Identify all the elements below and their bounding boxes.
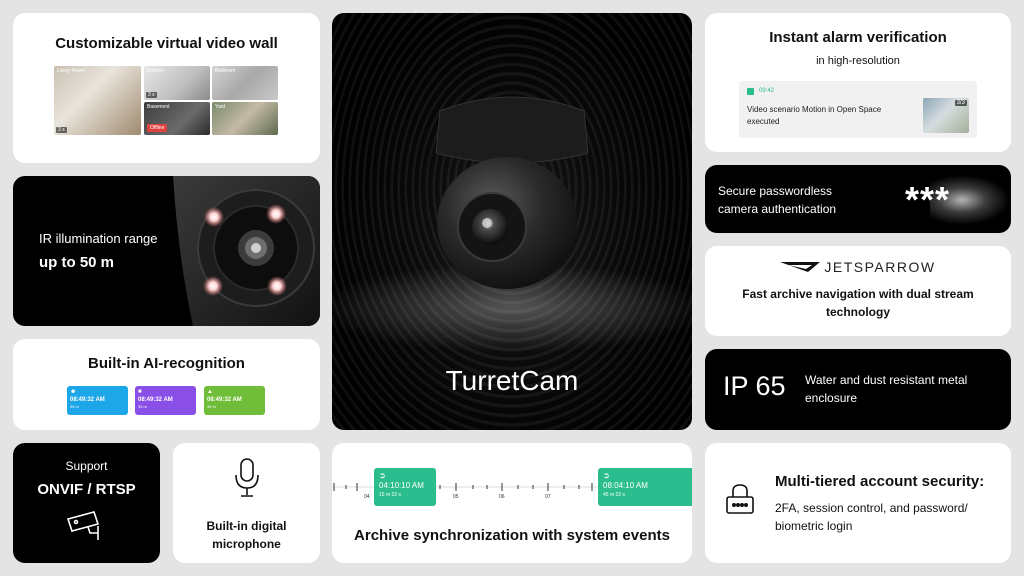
passwordless-text: Secure passwordless camera authenticatio…	[718, 182, 836, 218]
ip65-line2: enclosure	[805, 391, 858, 405]
jetsparrow-logo: JETSPARROW	[705, 259, 1011, 275]
microphone-text: Built-in digital microphone	[173, 517, 320, 553]
ai-card: Built-in AI-recognition ☻ 08:49:32 AM 35…	[13, 339, 320, 430]
tile-label: Bedroom	[215, 68, 236, 74]
passwordless-line1: Secure passwordless	[718, 184, 833, 198]
offline-badge: Offline	[147, 124, 168, 132]
alarm-verification-card: Instant alarm verification in high-resol…	[705, 13, 1011, 152]
alarm-notification[interactable]: 09:42 Video scenario Motion in Open Spac…	[739, 81, 977, 138]
lock-icon	[726, 484, 754, 514]
microphone-line2: microphone	[212, 537, 281, 551]
tile-living-room: Living Room 3 s	[54, 66, 141, 135]
notification-icon	[747, 88, 754, 95]
passwordless-card: Secure passwordless camera authenticatio…	[705, 165, 1011, 233]
ip-rating: IP 65	[723, 371, 786, 401]
alarm-title: Instant alarm verification	[769, 29, 947, 46]
ai-event-chip: ■ 08:49:32 AM 35 m	[135, 386, 196, 415]
alarm-subtitle: in high-resolution	[816, 55, 900, 67]
video-wall-title: Customizable virtual video wall	[55, 35, 278, 52]
tile-basement: Basement Offline	[144, 102, 210, 135]
chip-time: 08:49:32 AM	[70, 397, 105, 403]
ai-event-chip: ☻ 08:49:32 AM 35 m	[67, 386, 128, 415]
video-wall-card: Customizable virtual video wall Living R…	[13, 13, 320, 163]
microphone-icon	[235, 458, 259, 497]
pet-icon: ▲	[207, 389, 213, 395]
notification-time: 09:42	[759, 88, 775, 94]
event-time: 08:04:10 AM	[603, 481, 648, 490]
chip-detail: 35 m	[207, 404, 216, 409]
ip65-text: Water and dust resistant metal enclosure	[805, 371, 967, 407]
tile-label: Yard	[215, 104, 226, 110]
passwordless-line2: camera authentication	[718, 202, 837, 216]
onvif-support-label: Support	[65, 459, 108, 473]
jetsparrow-text: Fast archive navigation with dual stream…	[705, 285, 1011, 321]
product-name: TurretCam	[445, 365, 579, 396]
jetsparrow-card: JETSPARROW Fast archive navigation with …	[705, 246, 1011, 336]
ip65-line1: Water and dust resistant metal	[805, 373, 968, 387]
chip-detail: 35 m	[138, 404, 147, 409]
bullet-camera-image	[173, 176, 320, 326]
archive-event-marker[interactable]: ➲ 08:04:10 AM 45 m 22 s	[598, 468, 692, 506]
archive-sync-card: ➲ 04:10:10 AM 15 m 22 s ➲ 08:04:10 AM 45…	[332, 443, 692, 563]
jetsparrow-line1: Fast archive navigation with dual stream	[742, 287, 974, 301]
tile-kitchen: Kitchen 3 s	[144, 66, 210, 100]
tile-count: 3 s	[56, 127, 67, 133]
cctv-camera-icon	[66, 511, 100, 540]
chip-time: 08:49:32 AM	[207, 397, 242, 403]
microphone-line1: Built-in digital	[206, 519, 287, 533]
archive-event-marker[interactable]: ➲ 04:10:10 AM 15 m 22 s	[374, 468, 436, 506]
onvif-protocols: ONVIF / RTSP	[37, 481, 136, 498]
turretcam-hero-card: TurretCam	[332, 13, 692, 430]
event-time: 04:10:10 AM	[379, 481, 424, 490]
tile-label: Kitchen	[147, 68, 164, 74]
microphone-card: Built-in digital microphone	[173, 443, 320, 563]
timeline-tick-label: 06	[499, 494, 505, 500]
security-title: Multi-tiered account security:	[775, 473, 985, 490]
thumbnail-count: 3/3	[954, 100, 967, 106]
jetsparrow-line2: technology	[825, 305, 890, 319]
event-detail: 15 m 22 s	[379, 492, 401, 498]
tile-yard: Yard	[212, 102, 278, 135]
event-detail: 45 m 22 s	[603, 492, 625, 498]
security-text: 2FA, session control, and password/ biom…	[775, 499, 968, 535]
timeline-tick-label: 04	[364, 494, 370, 500]
security-line2: biometric login	[775, 519, 853, 533]
timeline-tick-label: 07	[545, 494, 551, 500]
password-stars: ***	[905, 179, 951, 220]
security-line1: 2FA, session control, and password/	[775, 501, 968, 515]
chip-time: 08:49:32 AM	[138, 397, 173, 403]
event-arrow-icon: ➲	[379, 471, 386, 480]
tile-count: 3 s	[146, 92, 157, 98]
chip-detail: 35 m	[70, 404, 79, 409]
timeline-tick-label: 05	[453, 494, 459, 500]
onvif-card: Support ONVIF / RTSP	[13, 443, 160, 563]
tile-label: Living Room	[57, 68, 85, 74]
sparrow-wing-icon	[780, 262, 821, 272]
ir-range: up to 50 m	[39, 254, 115, 271]
ir-label: IR illumination range	[39, 231, 158, 246]
tile-bedroom: Bedroom	[212, 66, 278, 100]
event-arrow-icon: ➲	[603, 471, 610, 480]
ir-card: IR illumination range up to 50 m	[13, 176, 320, 326]
tile-label: Basement	[147, 104, 170, 110]
ip65-card: IP 65 Water and dust resistant metal enc…	[705, 349, 1011, 430]
ai-title: Built-in AI-recognition	[88, 355, 245, 372]
notification-text: Video scenario Motion in Open Space exec…	[747, 105, 882, 126]
ai-event-chip: ▲ 08:49:32 AM 35 m	[204, 386, 265, 415]
notification-thumbnail[interactable]: 3/3	[923, 98, 969, 133]
archive-sync-title: Archive synchronization with system even…	[354, 527, 670, 544]
brand-name: JETSPARROW	[824, 259, 936, 275]
account-security-card: Multi-tiered account security: 2FA, sess…	[705, 443, 1011, 563]
person-icon: ☻	[70, 389, 77, 395]
car-icon: ■	[138, 389, 142, 395]
